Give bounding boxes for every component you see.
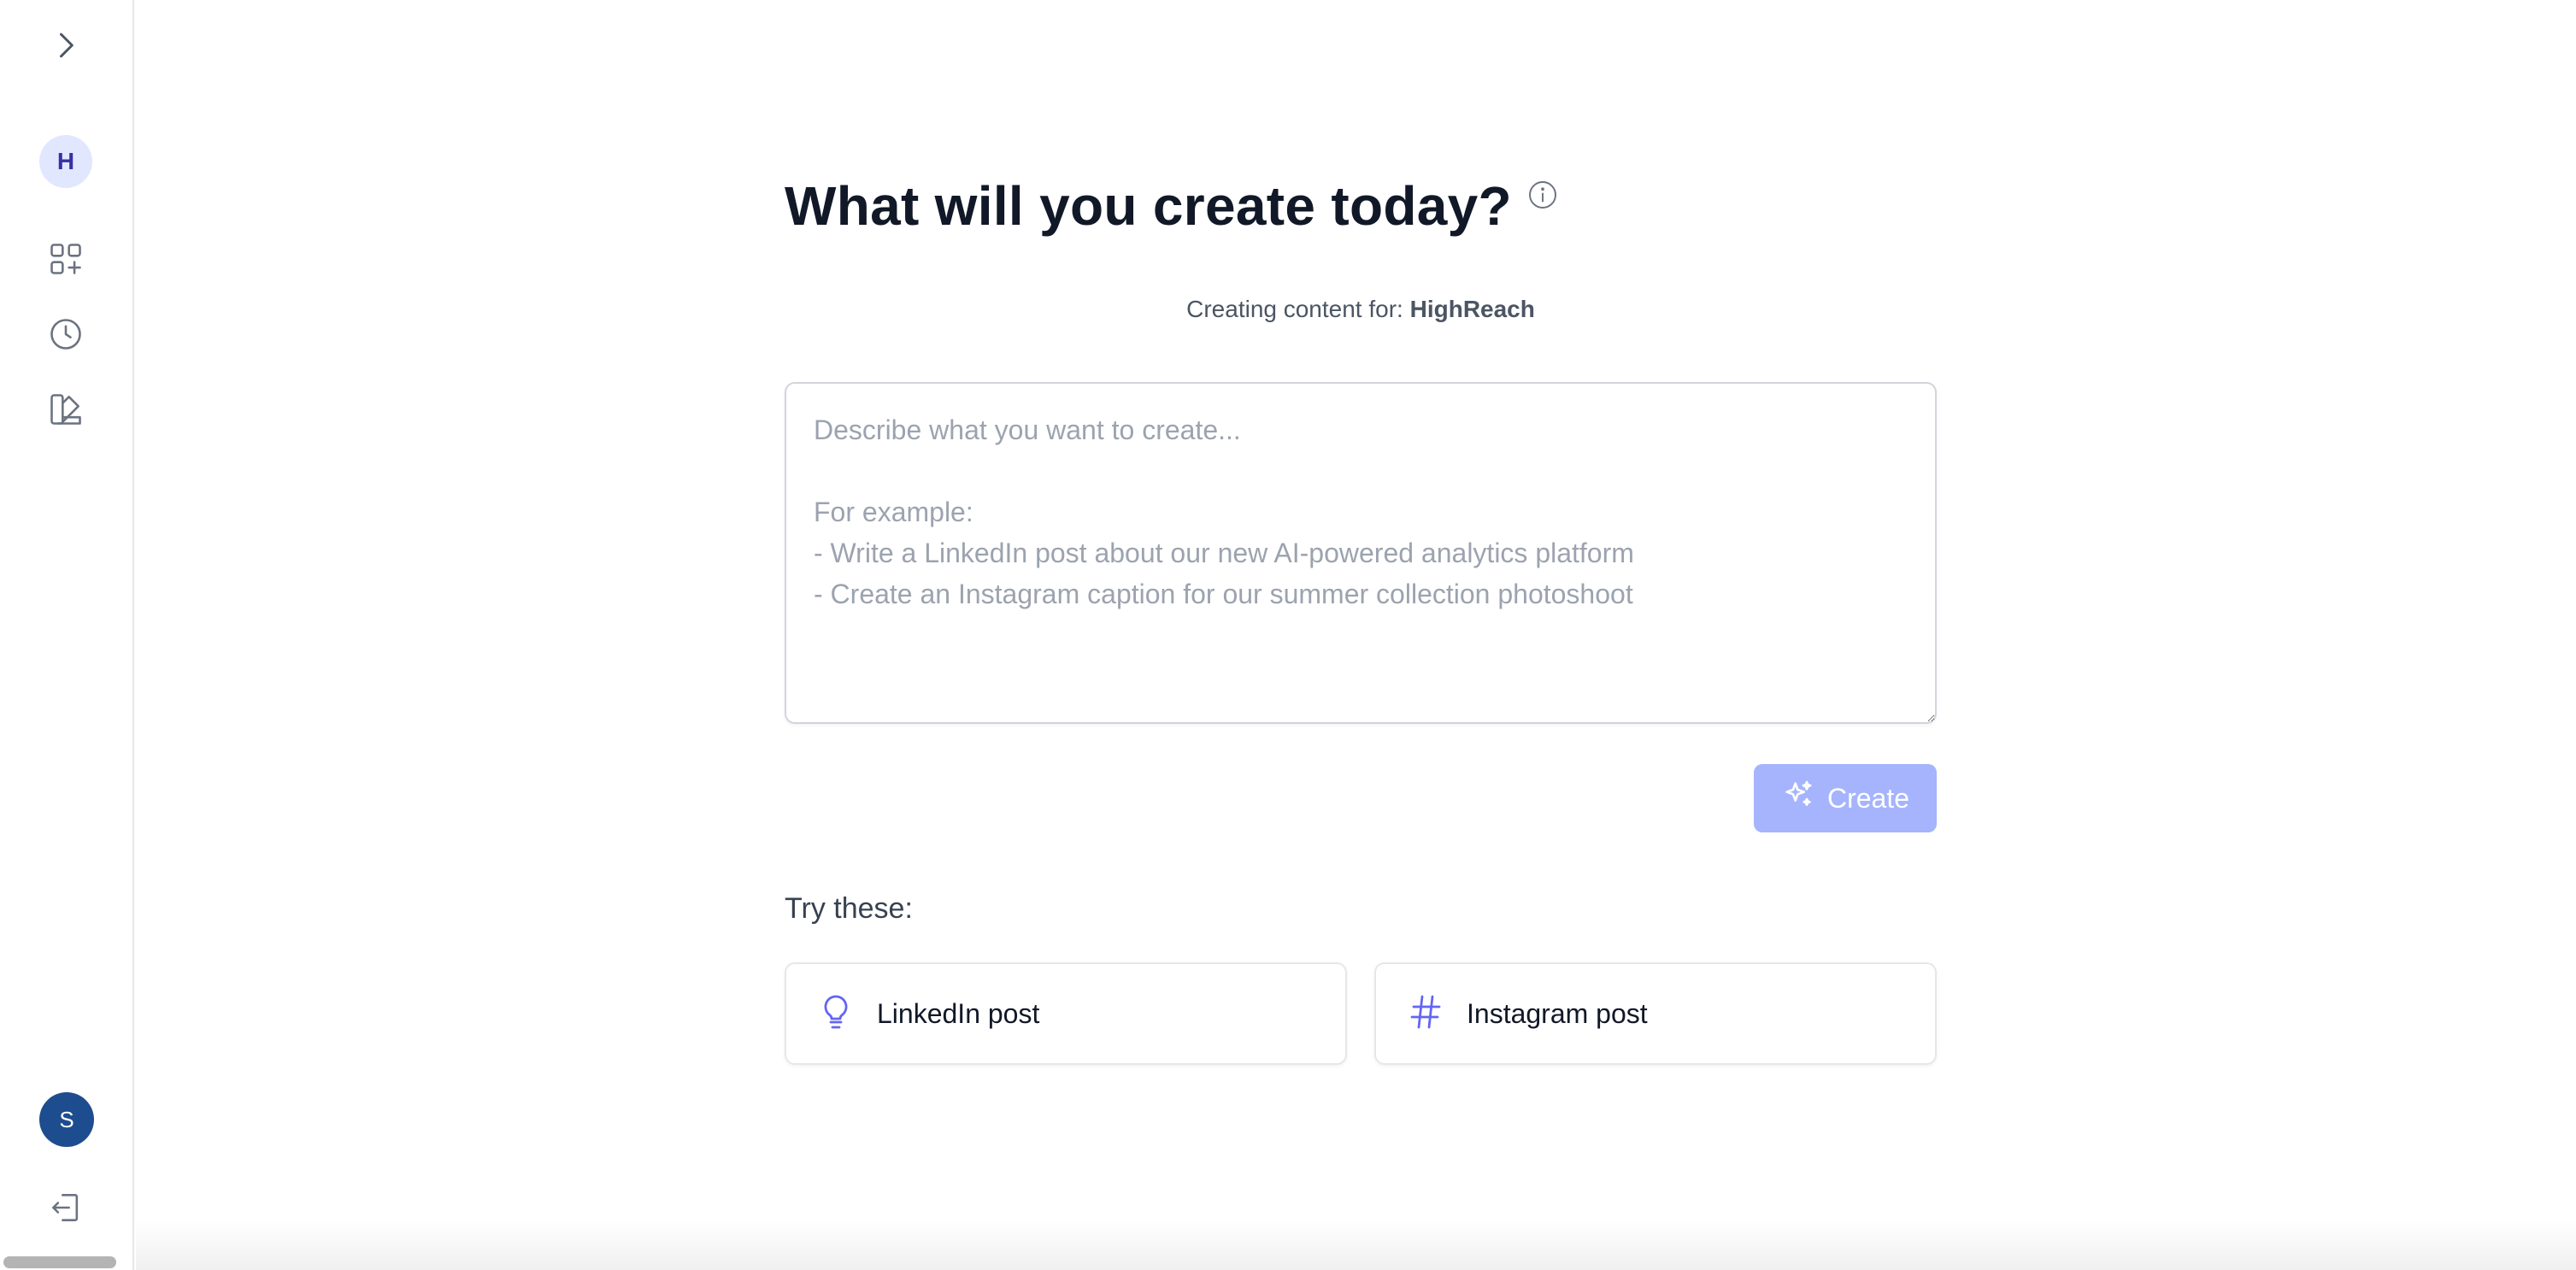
sidebar-item-history[interactable]: [39, 309, 92, 362]
workspace-initial: H: [56, 148, 75, 174]
suggestion-label: Instagram post: [1467, 997, 1648, 1029]
suggestion-instagram-post[interactable]: Instagram post: [1374, 962, 1937, 1065]
sidebar-item-apps[interactable]: [39, 234, 92, 287]
chevron-right-icon: [47, 26, 85, 68]
create-button-label: Create: [1826, 782, 1910, 814]
create-button[interactable]: Create: [1754, 764, 1937, 832]
brand-name: HighReach: [1409, 296, 1535, 322]
logout-button[interactable]: [39, 1183, 92, 1236]
sidebar: H S: [0, 0, 134, 1270]
title-row: What will you create today?: [785, 168, 1558, 244]
sparkles-icon: [1781, 778, 1815, 819]
suggestions-heading: Try these:: [785, 892, 913, 925]
main-content: What will you create today? Creating con…: [136, 0, 2576, 1270]
sidebar-expand-button[interactable]: [39, 21, 92, 73]
lightbulb-icon: [815, 991, 856, 1037]
palette-icon: [47, 391, 85, 432]
suggestion-linkedin-post[interactable]: LinkedIn post: [785, 962, 1347, 1065]
hashtag-icon: [1405, 991, 1446, 1037]
app-root: H S What will you create today? Creating…: [0, 0, 2576, 1270]
suggestion-label: LinkedIn post: [877, 997, 1040, 1029]
info-circle-icon[interactable]: [1527, 179, 1558, 210]
user-initial: S: [59, 1106, 74, 1132]
brand-context-label: Creating content for:: [1186, 296, 1403, 322]
logout-icon: [47, 1189, 85, 1231]
brand-context: Creating content for: HighReach: [785, 296, 1937, 323]
page-title: What will you create today?: [785, 175, 1512, 237]
prompt-input[interactable]: [785, 382, 1937, 724]
user-avatar[interactable]: S: [39, 1092, 94, 1147]
clock-icon: [47, 315, 85, 357]
bottom-shadow: [136, 1219, 2576, 1270]
workspace-avatar[interactable]: H: [39, 135, 92, 188]
grid-plus-icon: [47, 240, 85, 282]
sidebar-item-brand[interactable]: [39, 385, 92, 438]
horizontal-scrollbar[interactable]: [3, 1256, 116, 1268]
